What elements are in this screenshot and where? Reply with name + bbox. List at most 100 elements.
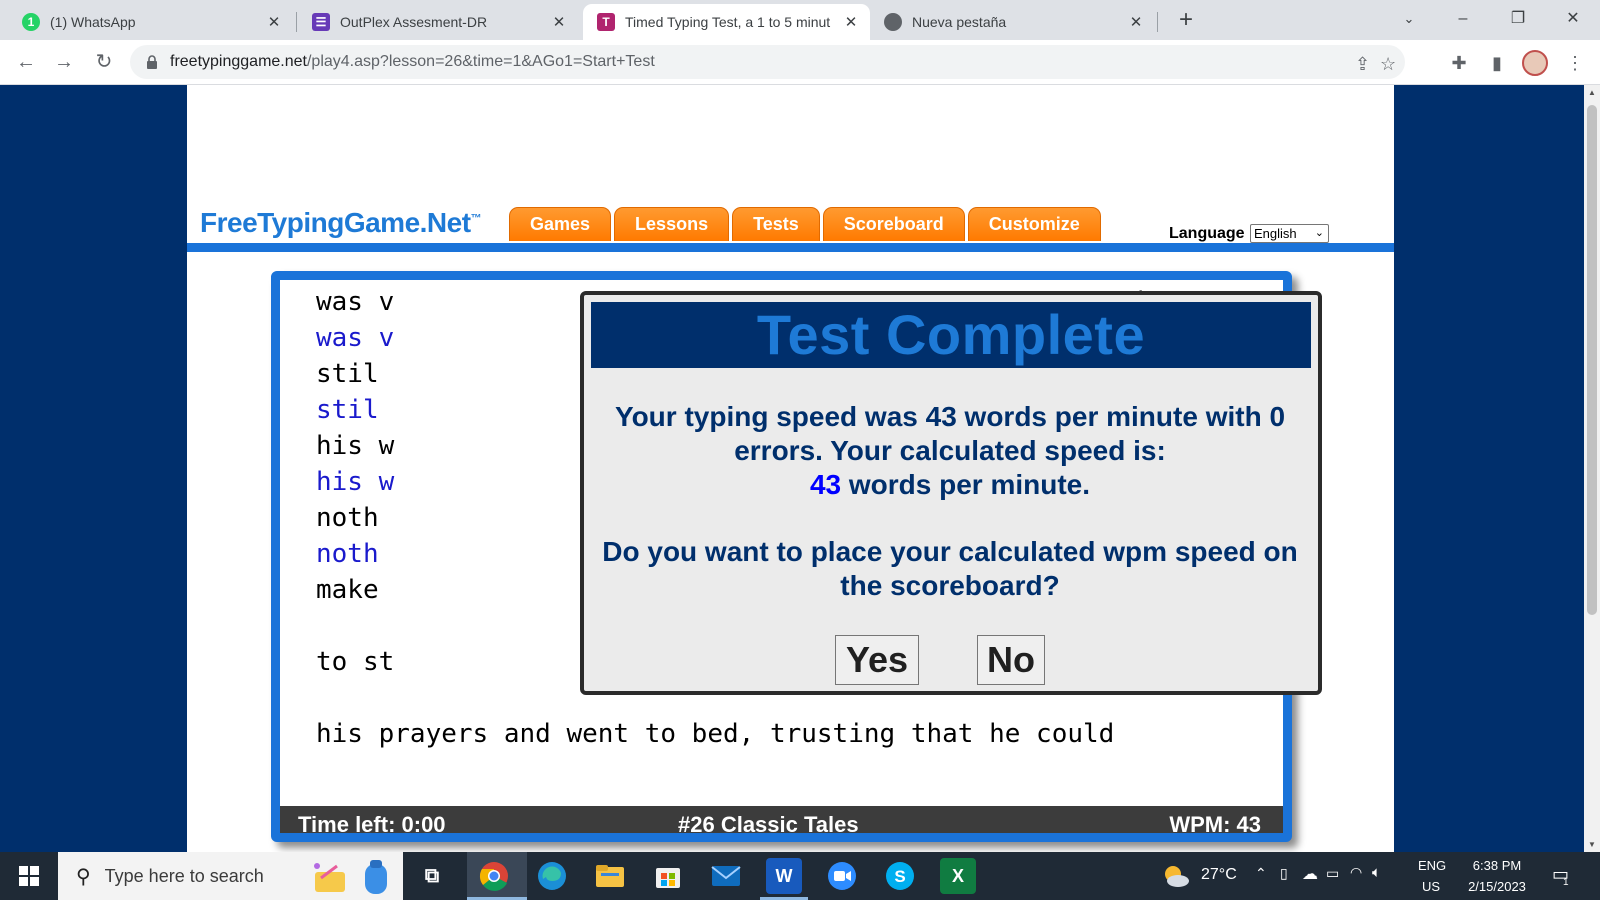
no-button[interactable]: No [977, 635, 1045, 685]
url-host: freetypinggame.net [170, 53, 307, 70]
notification-count: 1 [1563, 877, 1569, 888]
url-path: /play4.asp?lesson=26&time=1&AGo1=Start+T… [306, 53, 655, 70]
logo-text: FreeTypingGame.Net [200, 207, 471, 238]
tab-divider [296, 12, 297, 32]
meet-now-icon[interactable]: ▯ [1280, 865, 1288, 882]
source-line: his prayers and went to bed, trusting th… [316, 716, 1114, 752]
zoom-icon[interactable] [824, 858, 860, 894]
tab-outplex[interactable]: ☰ OutPlex Assesment-DR ✕ [298, 4, 578, 40]
nav-scoreboard[interactable]: Scoreboard [822, 207, 965, 241]
tab-title: Nueva pestaña [912, 14, 1007, 30]
typing-t-icon: T [597, 13, 615, 31]
wifi-icon[interactable]: ◠ [1350, 864, 1362, 881]
taskbar-search[interactable]: ⚲ Type here to search [58, 852, 403, 900]
onedrive-cloud-icon[interactable]: ☁ [1302, 864, 1318, 884]
yes-button[interactable]: Yes [835, 635, 919, 685]
line-left-text: his w [316, 467, 395, 497]
close-icon[interactable]: ✕ [842, 13, 860, 31]
mail-icon[interactable] [708, 858, 744, 894]
tab-title: OutPlex Assesment-DR [340, 14, 488, 30]
page-scrollbar[interactable]: ▲ ▼ [1584, 85, 1600, 852]
speed-unit: words per minute. [841, 469, 1091, 500]
clock-date: 2/15/2023 [1468, 879, 1526, 894]
chrome-icon [884, 13, 902, 31]
nav-lessons[interactable]: Lessons [614, 207, 730, 241]
word-icon[interactable]: W [766, 858, 802, 894]
header-rule [187, 243, 1394, 252]
close-icon[interactable]: ✕ [1127, 13, 1145, 31]
logo-trademark: ™ [470, 212, 482, 225]
tab-whatsapp[interactable]: 1 (1) WhatsApp ✕ [8, 4, 293, 40]
tab-new-tab[interactable]: Nueva pestaña ✕ [870, 4, 1155, 40]
page-viewport: FreeTypingGame.Net™ Games Lessons Tests … [0, 85, 1584, 852]
chevron-down-icon: ⌄ [1314, 227, 1324, 239]
minimize-icon[interactable]: – [1440, 4, 1486, 34]
menu-kebab-icon[interactable]: ⋮ [1562, 50, 1588, 76]
tab-strip: 1 (1) WhatsApp ✕ ☰ OutPlex Assesment-DR … [0, 0, 1600, 40]
microsoft-store-icon[interactable] [650, 858, 686, 894]
calculated-speed: 43 [809, 469, 842, 500]
scroll-down-icon[interactable]: ▼ [1587, 840, 1597, 849]
result-line-3: 43 words per minute. [589, 468, 1311, 502]
tab-divider [1157, 12, 1158, 32]
close-icon[interactable]: ✕ [265, 13, 283, 31]
nav-games[interactable]: Games [509, 207, 612, 241]
weather-icon[interactable] [1162, 864, 1190, 891]
line-left-text: was v [316, 323, 395, 353]
tab-search-chevron-icon[interactable]: ⌄ [1386, 4, 1432, 34]
tab-typing-test[interactable]: T Timed Typing Test, a 1 to 5 minut ✕ [583, 4, 870, 40]
file-explorer-icon[interactable] [592, 858, 628, 894]
lock-icon [146, 55, 158, 69]
clock[interactable]: 6:38 PM 2/15/2023 [1462, 858, 1532, 894]
scroll-up-icon[interactable]: ▲ [1587, 88, 1597, 97]
windows-taskbar: ⚲ Type here to search ⧉ W S X 27°C ⌃ ▯ ☁… [0, 852, 1600, 900]
lesson-name: #26 Classic Tales [678, 812, 859, 837]
test-complete-dialog: Test Complete Your typing speed was 43 w… [580, 291, 1322, 695]
bookmark-star-icon[interactable]: ☆ [1380, 54, 1396, 75]
search-highlight-illustration [314, 860, 387, 894]
profile-avatar[interactable] [1522, 50, 1548, 76]
dialog-header: Test Complete [591, 302, 1311, 368]
nav-customize[interactable]: Customize [967, 207, 1101, 241]
skype-icon[interactable]: S [882, 858, 918, 894]
language-select[interactable]: English ⌄ [1250, 224, 1329, 243]
clock-time: 6:38 PM [1472, 858, 1522, 873]
windows-logo-icon [18, 866, 39, 886]
line-left-text: his prayers and went to bed, trusting th… [316, 719, 1115, 749]
forward-arrow-icon[interactable]: → [48, 46, 80, 78]
scoreboard-question: Do you want to place your calculated wpm… [589, 535, 1311, 603]
time-left: Time left: 0:00 [298, 812, 446, 837]
task-view-icon[interactable]: ⧉ [414, 858, 450, 894]
back-arrow-icon[interactable]: ← [10, 46, 42, 78]
address-bar[interactable]: freetypinggame.net/play4.asp?lesson=26&t… [130, 45, 1405, 79]
share-icon[interactable]: ⇪ [1355, 54, 1370, 75]
battery-icon[interactable]: ▭ [1326, 865, 1339, 882]
input-language[interactable]: ENG US [1418, 858, 1446, 894]
language-value: English [1254, 226, 1297, 241]
edge-icon[interactable] [534, 858, 570, 894]
chrome-taskbar-icon[interactable] [476, 858, 512, 894]
notification-center-icon[interactable]: ▭1 [1552, 864, 1575, 888]
nav-tests[interactable]: Tests [732, 207, 820, 241]
start-button[interactable] [0, 852, 57, 900]
new-tab-plus-icon[interactable]: + [1172, 6, 1200, 34]
chevron-up-icon[interactable]: ⌃ [1255, 865, 1267, 882]
line-left-text: was v [316, 287, 395, 317]
side-panel-icon[interactable]: ▮ [1484, 50, 1510, 76]
extensions-puzzle-icon[interactable]: ✚ [1446, 50, 1472, 76]
window-close-icon[interactable]: ✕ [1550, 4, 1596, 34]
forms-icon: ☰ [312, 13, 330, 31]
line-left-text: make [316, 575, 379, 605]
volume-icon[interactable]: 🔈︎ [1372, 864, 1381, 881]
weather-temperature[interactable]: 27°C [1201, 866, 1237, 884]
browser-toolbar: ← → ↻ freetypinggame.net/play4.asp?lesso… [0, 40, 1600, 85]
close-icon[interactable]: ✕ [550, 13, 568, 31]
test-status-bar: Time left: 0:00 #26 Classic Tales WPM: 4… [280, 806, 1283, 837]
restore-icon[interactable]: ❐ [1495, 4, 1541, 34]
search-icon: ⚲ [76, 865, 91, 888]
site-logo[interactable]: FreeTypingGame.Net™ [200, 207, 482, 239]
scrollbar-thumb[interactable] [1587, 105, 1597, 615]
reload-icon[interactable]: ↻ [88, 46, 120, 78]
excel-icon[interactable]: X [940, 858, 976, 894]
line-left-text: to st [316, 647, 395, 677]
